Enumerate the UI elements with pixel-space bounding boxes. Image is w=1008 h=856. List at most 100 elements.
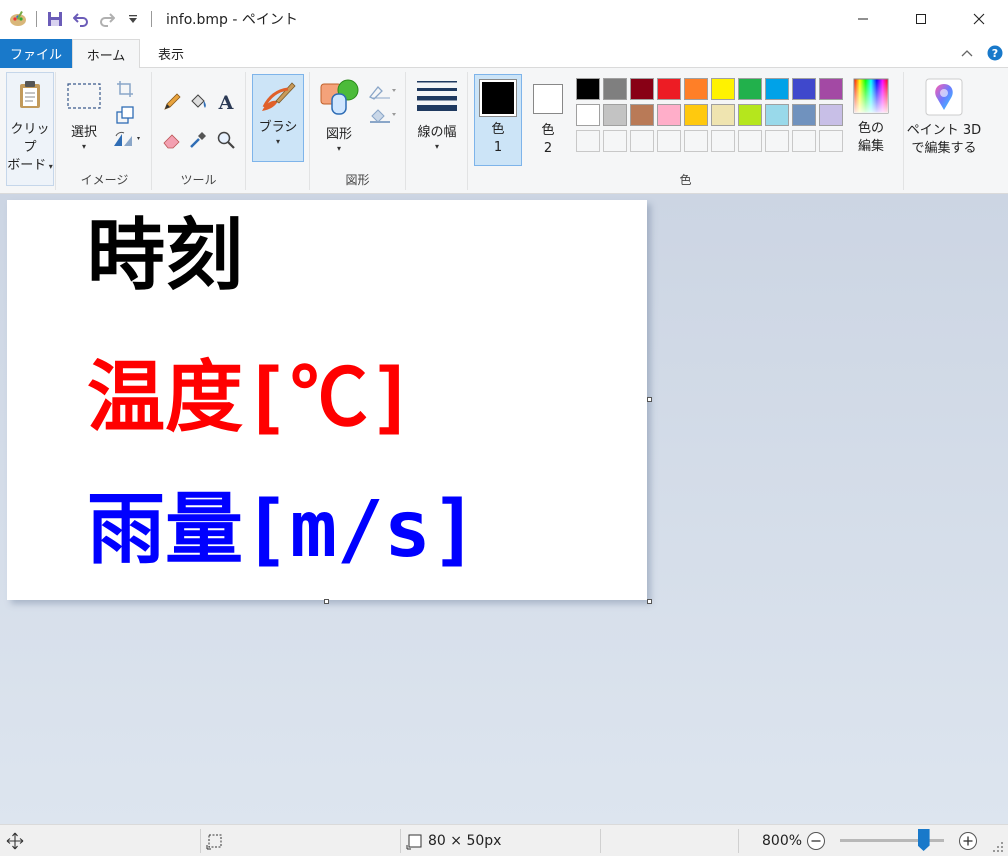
custom-color-slot[interactable]	[738, 130, 762, 152]
custom-color-slot[interactable]	[819, 130, 843, 152]
quick-access-divider	[36, 11, 37, 27]
paint-app-icon[interactable]	[8, 9, 28, 29]
brush-button[interactable]: ブラシ ▾	[252, 74, 304, 162]
outline-icon[interactable]	[368, 82, 398, 100]
resize-grip-icon[interactable]	[992, 841, 1004, 853]
tab-home[interactable]: ホーム	[72, 39, 140, 69]
palette-swatch[interactable]	[819, 104, 843, 126]
palette-swatch[interactable]	[657, 104, 681, 126]
collapse-ribbon-icon[interactable]	[958, 44, 976, 62]
maximize-button[interactable]	[892, 0, 950, 38]
custom-color-slot[interactable]	[684, 130, 708, 152]
zoom-out-button[interactable]	[806, 825, 826, 856]
rotate-icon[interactable]	[112, 130, 142, 148]
select-button[interactable]: 選択 ▾	[62, 82, 106, 151]
custom-color-slot[interactable]	[657, 130, 681, 152]
eraser-icon[interactable]	[162, 130, 182, 150]
save-icon[interactable]	[45, 9, 65, 29]
paint3d-button[interactable]: ペイント 3D で編集する	[906, 78, 982, 158]
canvas-workspace[interactable]: 時刻 温度[℃] 雨量[m/s]	[0, 194, 1008, 824]
undo-icon[interactable]	[71, 9, 91, 29]
help-icon[interactable]: ?	[986, 44, 1004, 62]
resize-handle-bottom[interactable]	[324, 599, 329, 604]
resize-handle-right[interactable]	[647, 397, 652, 402]
palette-swatch[interactable]	[765, 78, 789, 100]
palette-swatch[interactable]	[711, 78, 735, 100]
color1-label-2: 1	[493, 140, 503, 155]
palette-swatch[interactable]	[630, 78, 654, 100]
edit-colors-button[interactable]: 色の 編集	[848, 78, 894, 156]
customize-quick-access-icon[interactable]	[123, 9, 143, 29]
image-canvas[interactable]: 時刻 温度[℃] 雨量[m/s]	[7, 200, 647, 600]
canvas-text-temperature: 温度[℃]	[87, 353, 415, 443]
color1-button[interactable]: 色 1	[474, 74, 522, 166]
color2-label-1: 色	[541, 123, 555, 138]
zoom-slider-track[interactable]	[840, 829, 944, 851]
line-width-button[interactable]: 線の幅 ▾	[412, 78, 462, 151]
paint3d-icon	[925, 78, 963, 116]
fill-bucket-icon[interactable]	[188, 92, 208, 112]
custom-color-slot[interactable]	[765, 130, 789, 152]
shapes-icon	[320, 79, 359, 115]
palette-swatch[interactable]	[819, 78, 843, 100]
window-controls	[834, 0, 1008, 38]
quick-access-toolbar	[0, 0, 160, 38]
palette-swatch[interactable]	[711, 104, 735, 126]
palette-swatch[interactable]	[576, 78, 600, 100]
palette-swatch[interactable]	[792, 78, 816, 100]
redo-icon[interactable]	[97, 9, 117, 29]
shapes-label: 図形	[325, 127, 352, 142]
custom-color-slot[interactable]	[576, 130, 600, 152]
palette-swatch[interactable]	[738, 104, 762, 126]
zoom-slider-thumb[interactable]	[917, 829, 930, 851]
custom-color-slot[interactable]	[792, 130, 816, 152]
color-picker-icon[interactable]	[188, 130, 208, 150]
title-bar: info.bmp - ペイント	[0, 0, 1008, 38]
custom-color-slot[interactable]	[711, 130, 735, 152]
colors-group: 色 1 色 2 色の 編集 色	[468, 72, 904, 190]
color2-button[interactable]: 色 2	[528, 78, 568, 158]
palette-swatch[interactable]	[738, 78, 762, 100]
palette-swatch[interactable]	[684, 78, 708, 100]
palette-swatch[interactable]	[603, 78, 627, 100]
selection-size	[206, 825, 224, 856]
color1-label-1: 色	[491, 122, 505, 137]
palette-swatch[interactable]	[792, 104, 816, 126]
palette-swatch[interactable]	[684, 104, 708, 126]
shapes-button[interactable]: 図形 ▾	[314, 78, 364, 153]
canvas-text-rainfall: 雨量[m/s]	[87, 485, 478, 575]
ribbon-home: クリップ ボード ▾ 選択 ▾ イメージ A ツール ブラシ ▾ 図形 ▾ 図形…	[0, 68, 1008, 194]
fill-icon[interactable]	[368, 106, 398, 124]
resize-handle-corner[interactable]	[647, 599, 652, 604]
crop-icon[interactable]	[116, 80, 134, 98]
select-dropdown-icon[interactable]: ▾	[82, 142, 86, 151]
text-tool-icon[interactable]: A	[216, 92, 236, 112]
selection-size-icon	[206, 834, 222, 849]
resize-icon[interactable]	[116, 106, 134, 124]
palette-swatch[interactable]	[765, 104, 789, 126]
maximize-icon	[916, 14, 926, 24]
tools-group: A ツール	[152, 72, 246, 190]
tab-file[interactable]: ファイル	[0, 39, 72, 68]
palette-swatch[interactable]	[630, 104, 654, 126]
clipboard-button[interactable]: クリップ ボード ▾	[6, 72, 54, 186]
brush-dropdown-icon: ▾	[275, 137, 280, 146]
clipboard-label-2: ボード ▾	[7, 158, 53, 173]
palette-swatch[interactable]	[576, 104, 600, 126]
pencil-icon[interactable]	[162, 92, 182, 112]
zoom-in-button[interactable]	[958, 825, 978, 856]
paint3d-label-2: で編集する	[911, 141, 977, 156]
image-size-icon	[406, 834, 422, 849]
edit-colors-icon	[853, 78, 889, 114]
palette-swatch[interactable]	[657, 78, 681, 100]
minimize-button[interactable]	[834, 0, 892, 38]
custom-color-slot[interactable]	[603, 130, 627, 152]
tab-view[interactable]: 表示	[142, 39, 200, 68]
shapes-dropdown-icon: ▾	[336, 144, 341, 153]
palette-swatch[interactable]	[603, 104, 627, 126]
custom-color-slot[interactable]	[630, 130, 654, 152]
close-button[interactable]	[950, 0, 1008, 38]
magnifier-icon[interactable]	[216, 130, 236, 150]
clipboard-group: クリップ ボード ▾	[4, 72, 56, 190]
select-label: 選択	[70, 125, 97, 140]
